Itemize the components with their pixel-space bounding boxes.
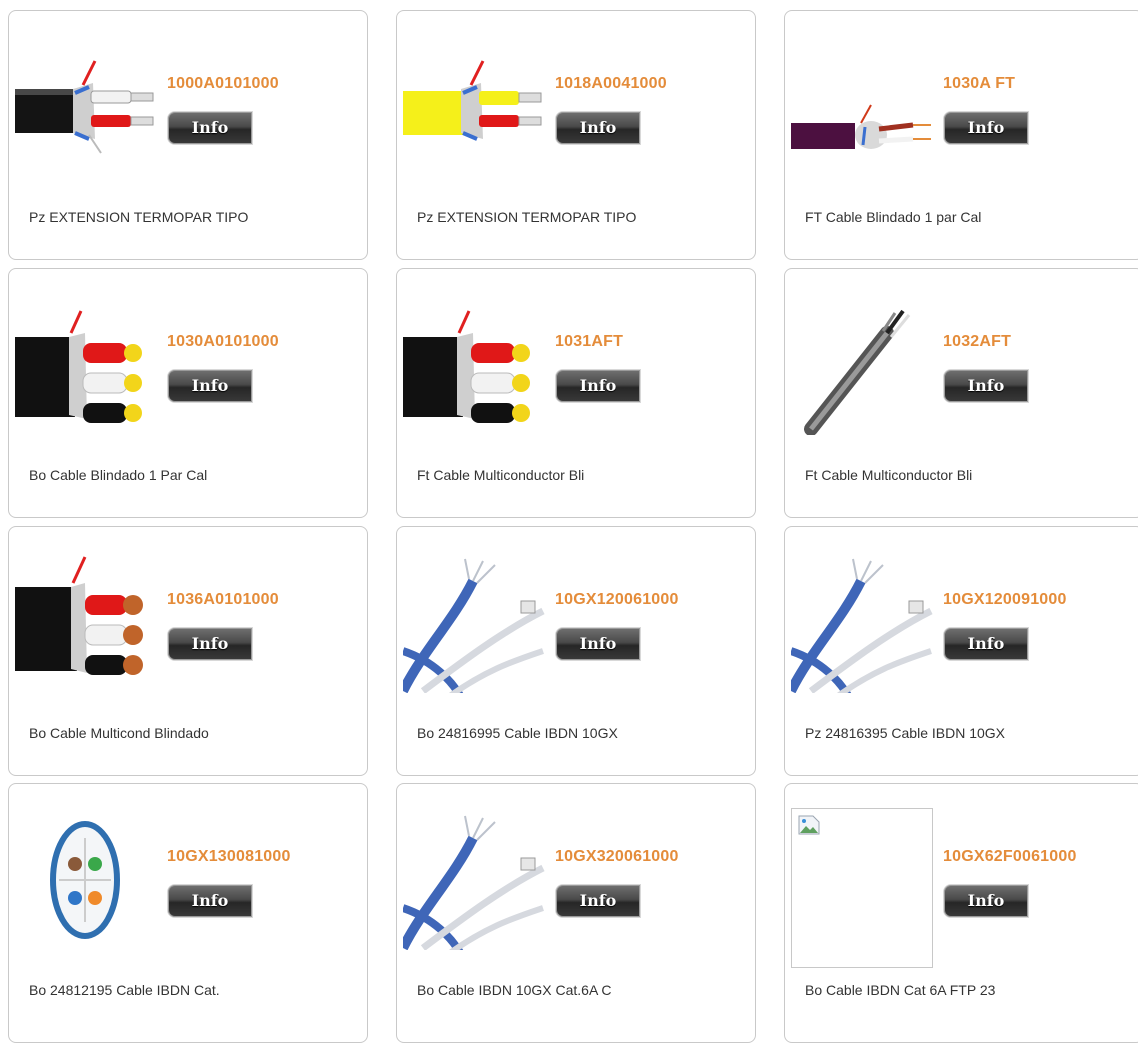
product-card: 10GX320061000 Info Bo Cable IBDN 10GX Ca… <box>396 783 756 1043</box>
product-card: 1032AFT Info Ft Cable Multiconductor Bli <box>784 268 1138 518</box>
product-code[interactable]: 1031AFT <box>555 333 623 351</box>
product-description: Ft Cable Multiconductor Bli <box>805 467 973 483</box>
product-description: Bo Cable Multicond Blindado <box>29 725 209 741</box>
info-button[interactable]: Info <box>943 627 1029 661</box>
info-button[interactable]: Info <box>943 369 1029 403</box>
product-code[interactable]: 1030A0101000 <box>167 333 279 351</box>
cable-yellow-red-white-icon[interactable] <box>403 35 545 177</box>
cable-blue-network-icon[interactable] <box>791 551 933 693</box>
product-description: Pz 24816395 Cable IBDN 10GX <box>805 725 1006 741</box>
info-button[interactable]: Info <box>167 369 253 403</box>
product-card: 1000A0101000 Info Pz EXTENSION TERMOPAR … <box>8 10 368 260</box>
info-button[interactable]: Info <box>943 884 1029 918</box>
product-card: 10GX120091000 Info Pz 24816395 Cable IBD… <box>784 526 1138 776</box>
product-code[interactable]: 1032AFT <box>943 333 1011 351</box>
product-code[interactable]: 1018A0041000 <box>555 75 667 93</box>
product-code[interactable]: 10GX320061000 <box>555 848 679 866</box>
product-code[interactable]: 10GX120061000 <box>555 591 679 609</box>
product-code[interactable]: 10GX120091000 <box>943 591 1067 609</box>
product-description: Pz EXTENSION TERMOPAR TIPO <box>29 209 249 225</box>
info-button[interactable]: Info <box>167 111 253 145</box>
product-card: 1030A0101000 Info Bo Cable Blindado 1 Pa… <box>8 268 368 518</box>
info-button[interactable]: Info <box>555 884 641 918</box>
broken-image-icon[interactable] <box>791 808 933 968</box>
info-button[interactable]: Info <box>555 627 641 661</box>
product-grid: 1000A0101000 Info Pz EXTENSION TERMOPAR … <box>0 0 1138 1043</box>
product-description: Ft Cable Multiconductor Bli <box>417 467 585 483</box>
info-button[interactable]: Info <box>555 111 641 145</box>
cable-grey-diagonal-icon[interactable] <box>791 293 933 435</box>
product-card: 10GX130081000 Info Bo 24812195 Cable IBD… <box>8 783 368 1043</box>
cable-three-conductor-icon[interactable] <box>15 293 157 435</box>
cable-blue-network-icon[interactable] <box>403 808 545 950</box>
info-button[interactable]: Info <box>167 884 253 918</box>
product-code[interactable]: 10GX130081000 <box>167 848 291 866</box>
product-code[interactable]: 1030A FT <box>943 75 1015 93</box>
cable-three-conductor-icon[interactable] <box>403 293 545 435</box>
product-card: 10GX120061000 Info Bo 24816995 Cable IBD… <box>396 526 756 776</box>
product-code[interactable]: 1000A0101000 <box>167 75 279 93</box>
product-description: Bo 24812195 Cable IBDN Cat. <box>29 982 220 998</box>
product-card: 1036A0101000 Info Bo Cable Multicond Bli… <box>8 526 368 776</box>
product-description: Pz EXTENSION TERMOPAR TIPO <box>417 209 637 225</box>
info-button[interactable]: Info <box>943 111 1029 145</box>
product-description: Bo 24816995 Cable IBDN 10GX <box>417 725 618 741</box>
product-code[interactable]: 1036A0101000 <box>167 591 279 609</box>
info-button[interactable]: Info <box>555 369 641 403</box>
product-description: Bo Cable IBDN Cat 6A FTP 23 <box>805 982 996 998</box>
product-description: Bo Cable IBDN 10GX Cat.6A C <box>417 982 612 998</box>
product-card: 1018A0041000 Info Pz EXTENSION TERMOPAR … <box>396 10 756 260</box>
cable-cross-section-icon[interactable] <box>15 808 157 950</box>
cable-blue-network-icon[interactable] <box>403 551 545 693</box>
info-button[interactable]: Info <box>167 627 253 661</box>
product-code[interactable]: 10GX62F0061000 <box>943 848 1077 866</box>
cable-purple-pair-icon[interactable] <box>791 35 933 177</box>
product-description: FT Cable Blindado 1 par Cal <box>805 209 982 225</box>
product-card: 10GX62F0061000 Info Bo Cable IBDN Cat 6A… <box>784 783 1138 1043</box>
product-card: 1031AFT Info Ft Cable Multiconductor Bli <box>396 268 756 518</box>
product-description: Bo Cable Blindado 1 Par Cal <box>29 467 208 483</box>
product-card: 1030A FT Info FT Cable Blindado 1 par Ca… <box>784 10 1138 260</box>
cable-three-conductor-copper-icon[interactable] <box>15 551 157 693</box>
cable-black-red-white-icon[interactable] <box>15 35 157 177</box>
